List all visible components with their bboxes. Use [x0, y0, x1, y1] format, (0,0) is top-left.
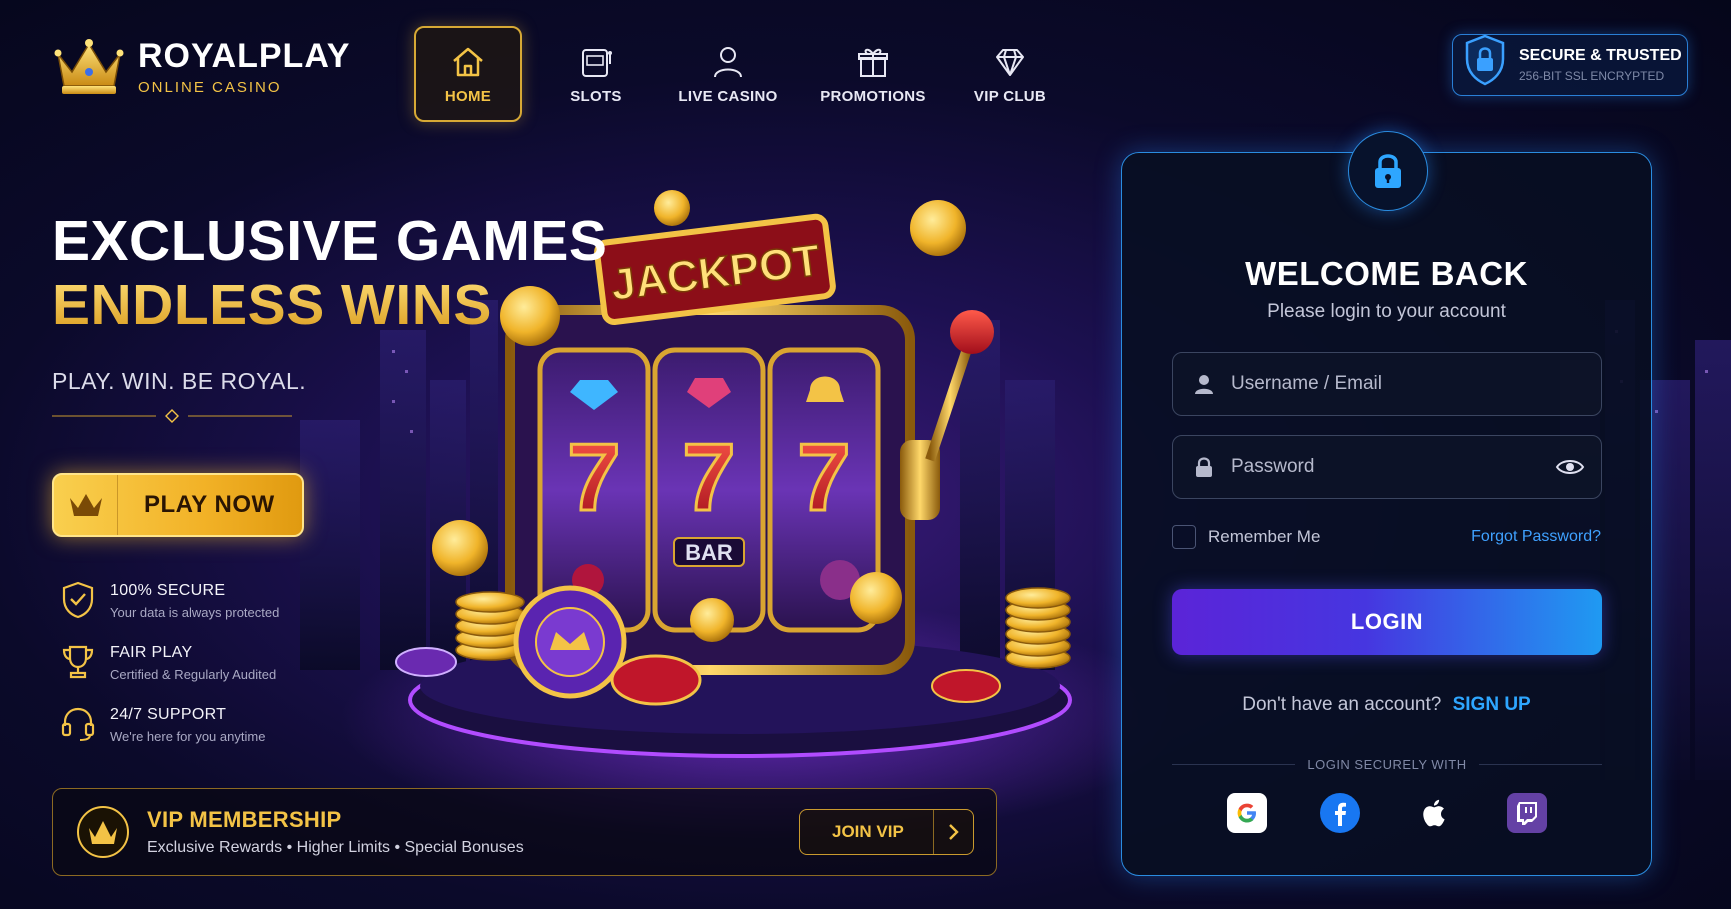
username-input[interactable] [1231, 373, 1601, 395]
play-now-label: PLAY NOW [144, 491, 275, 518]
svg-text:7: 7 [797, 424, 850, 531]
vip-subtitle: Exclusive Rewards • Higher Limits • Spec… [147, 839, 524, 856]
feature-item: 24/7 SUPPORT We're here for you anytime [60, 704, 279, 766]
feature-title: FAIR PLAY [110, 644, 193, 661]
apple-login-button[interactable] [1414, 793, 1454, 833]
nav-promotions[interactable]: PROMOTIONS [798, 26, 948, 122]
nav-live-casino-label: LIVE CASINO [678, 87, 778, 105]
shield-lock-icon [1465, 34, 1505, 86]
security-badge-title: SECURE & TRUSTED [1519, 47, 1682, 64]
nav-vip-club-label: VIP CLUB [973, 87, 1047, 105]
login-button[interactable]: LOGIN [1172, 589, 1602, 655]
diamond-icon [996, 48, 1024, 76]
nav-live-casino[interactable]: LIVE CASINO [658, 26, 798, 122]
facebook-icon [1335, 802, 1347, 826]
signup-link[interactable]: SIGN UP [1453, 694, 1531, 715]
brand-tagline: ONLINE CASINO [138, 78, 282, 96]
google-icon [1237, 803, 1256, 823]
crown-logo-icon [54, 39, 124, 94]
nav-home-label: HOME [444, 87, 492, 105]
main-nav: HOME SLOTS LIVE CASINO PROMOTIONS VIP CL… [414, 26, 1072, 122]
vip-crown-icon [77, 806, 129, 858]
login-title: WELCOME BACK [1245, 255, 1528, 292]
ornament-divider [52, 409, 292, 423]
shield-check-icon [62, 581, 94, 619]
hero-title-line1: EXCLUSIVE GAMES [52, 209, 608, 273]
feature-title: 24/7 SUPPORT [110, 706, 227, 723]
google-login-button[interactable] [1227, 793, 1267, 833]
social-login-divider: LOGIN SECURELY WITH [1172, 757, 1602, 772]
signup-prompt: Don't have an account? [1242, 694, 1442, 715]
home-icon [453, 47, 483, 76]
svg-text:7: 7 [567, 424, 620, 531]
headset-icon [61, 707, 95, 741]
crown-icon [69, 494, 102, 516]
social-login-label: LOGIN SECURELY WITH [1307, 757, 1467, 772]
apple-icon [1422, 799, 1445, 827]
lock-badge [1348, 131, 1428, 211]
brand-logo[interactable]: ROYALPLAY ONLINE CASINO [52, 36, 350, 98]
twitch-login-button[interactable] [1506, 793, 1547, 833]
feature-subtitle: Certified & Regularly Audited [110, 667, 277, 682]
remember-me-label: Remember Me [1208, 527, 1321, 546]
brand-name: ROYALPLAY [138, 36, 351, 75]
svg-text:7: 7 [682, 424, 735, 531]
join-vip-label: JOIN VIP [832, 822, 904, 841]
security-badge-subtitle: 256-BIT SSL ENCRYPTED [1519, 69, 1665, 83]
trophy-icon [62, 645, 94, 679]
login-card: WELCOME BACK Please login to your accoun… [1121, 131, 1652, 876]
lock-icon [1375, 154, 1401, 188]
chevron-right-icon [948, 824, 959, 840]
show-password-icon[interactable] [1555, 456, 1585, 478]
feature-title: 100% SECURE [110, 582, 226, 599]
nav-slots-label: SLOTS [570, 87, 622, 105]
nav-home[interactable]: HOME [414, 26, 522, 122]
twitch-icon [1516, 802, 1537, 825]
nav-slots[interactable]: SLOTS [534, 26, 658, 122]
user-icon [1195, 375, 1213, 394]
hero-tagline: PLAY. WIN. BE ROYAL. [52, 368, 307, 394]
hero-title-line2: ENDLESS WINS [52, 273, 492, 337]
social-login-buttons [1227, 793, 1547, 833]
reel-bar-symbol: BAR [685, 540, 733, 565]
nav-promotions-label: PROMOTIONS [820, 87, 926, 105]
vip-title: VIP MEMBERSHIP [147, 807, 342, 832]
padlock-icon [1196, 457, 1212, 477]
feature-list: 100% SECURE Your data is always protecte… [60, 580, 279, 766]
dealer-icon [714, 46, 742, 77]
feature-item: FAIR PLAY Certified & Regularly Audited [60, 642, 279, 704]
vip-membership-banner: VIP MEMBERSHIP Exclusive Rewards • Highe… [52, 788, 997, 876]
feature-subtitle: We're here for you anytime [110, 729, 266, 744]
slot-machine-icon [582, 48, 612, 77]
join-vip-button[interactable]: JOIN VIP [799, 809, 974, 855]
nav-vip-club[interactable]: VIP CLUB [948, 26, 1072, 122]
username-field [1172, 352, 1602, 416]
password-field [1172, 435, 1602, 499]
remember-me-toggle[interactable]: Remember Me [1172, 525, 1320, 549]
play-now-button[interactable]: PLAY NOW [52, 473, 304, 537]
gift-icon [858, 48, 888, 77]
forgot-password-link[interactable]: Forgot Password? [1471, 528, 1601, 546]
feature-item: 100% SECURE Your data is always protecte… [60, 580, 279, 642]
remember-me-checkbox[interactable] [1172, 525, 1196, 549]
facebook-login-button[interactable] [1320, 793, 1361, 833]
password-input[interactable] [1231, 456, 1555, 478]
feature-subtitle: Your data is always protected [110, 605, 280, 620]
signup-prompt-row: Don't have an account? SIGN UP [1122, 694, 1651, 716]
login-subtitle: Please login to your account [1267, 301, 1506, 322]
security-badge: SECURE & TRUSTED 256-BIT SSL ENCRYPTED [1452, 34, 1688, 96]
